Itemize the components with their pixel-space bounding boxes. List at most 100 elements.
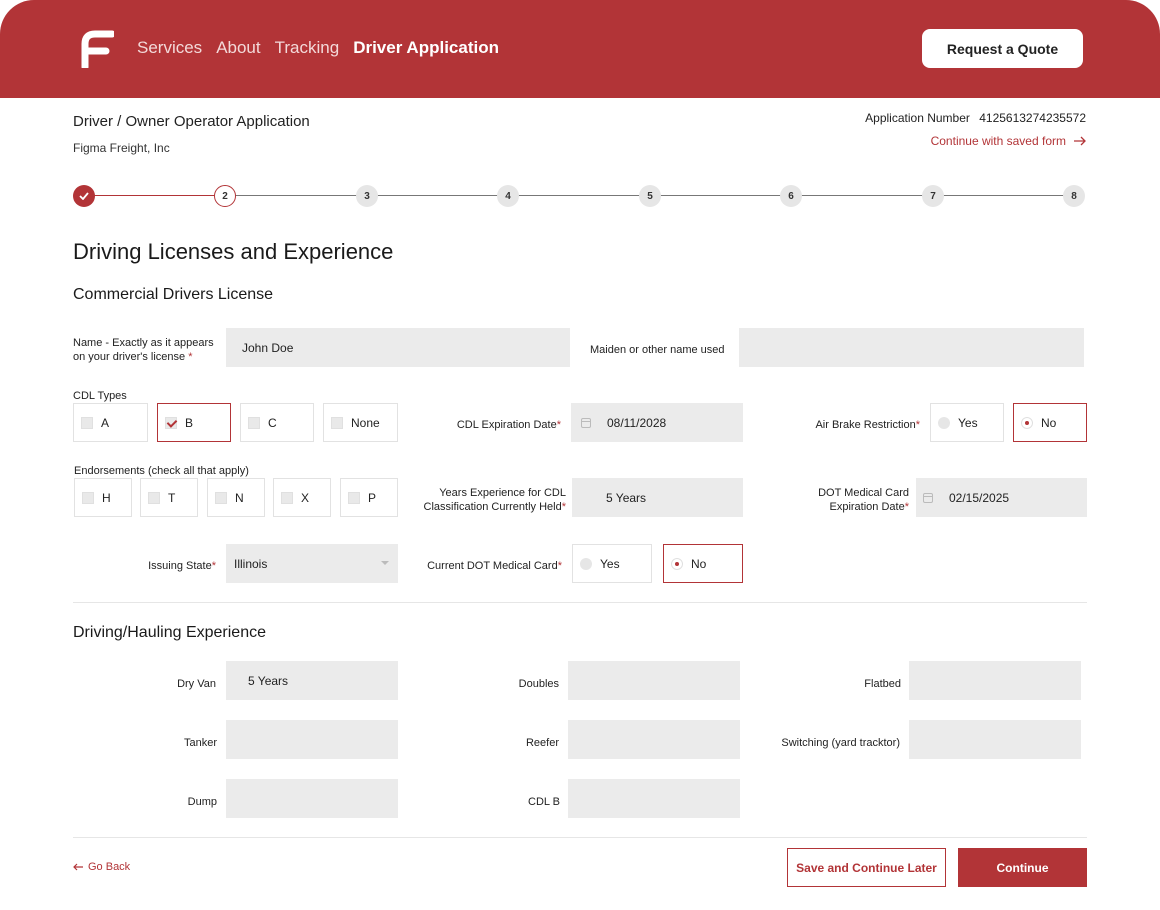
checkbox-icon: [82, 491, 94, 504]
cdl-expiration-label-text: CDL Expiration Date: [456, 419, 557, 431]
air-brake-label: Air Brake Restriction*: [760, 418, 920, 432]
endorsement-t-checkbox[interactable]: T: [140, 478, 198, 517]
cdl-b-input[interactable]: [568, 779, 740, 818]
company-logo-icon[interactable]: [80, 30, 114, 68]
maiden-name-input[interactable]: [739, 328, 1084, 367]
flatbed-label: Flatbed: [864, 678, 901, 690]
doubles-input[interactable]: [568, 661, 740, 700]
air-brake-yes-radio[interactable]: Yes: [930, 403, 1004, 442]
step-1-complete[interactable]: [73, 185, 95, 207]
nav-driver-application[interactable]: Driver Application: [353, 38, 499, 58]
nav-services[interactable]: Services: [137, 38, 202, 58]
cdl-expiration-date-input[interactable]: 08/11/2028: [571, 403, 743, 442]
nav-about[interactable]: About: [216, 38, 260, 58]
application-number-value: 4125613274235572: [979, 111, 1086, 125]
flatbed-input[interactable]: [909, 661, 1081, 700]
required-mark: *: [556, 419, 561, 431]
tanker-input[interactable]: [226, 720, 398, 759]
step-2[interactable]: 2: [214, 185, 236, 207]
issuing-state-select[interactable]: Illinois: [226, 544, 398, 583]
endorsement-p-checkbox[interactable]: P: [340, 478, 398, 517]
cdl-type-b-checkbox[interactable]: B: [157, 403, 231, 442]
calendar-icon: [581, 417, 591, 428]
name-label-text: on your driver's license: [73, 351, 186, 363]
years-experience-input[interactable]: 5 Years: [572, 478, 743, 517]
main-nav: Services About Tracking Driver Applicati…: [137, 38, 499, 58]
cdl-type-none-label: None: [351, 415, 380, 430]
top-navigation-bar: Services About Tracking Driver Applicati…: [0, 0, 1160, 98]
dot-card-label-text: Current DOT Medical Card: [427, 560, 558, 572]
stepper-line-complete: [84, 195, 225, 196]
radio-selected-icon: [1021, 416, 1033, 429]
reefer-input[interactable]: [568, 720, 740, 759]
endorsement-h-label: H: [102, 490, 111, 505]
save-continue-later-button[interactable]: Save and Continue Later: [787, 848, 946, 887]
radio-icon: [580, 557, 592, 570]
nav-tracking[interactable]: Tracking: [275, 38, 340, 58]
dot-card-yes-radio[interactable]: Yes: [572, 544, 652, 583]
dump-input[interactable]: [226, 779, 398, 818]
required-mark: *: [561, 501, 566, 513]
application-title: Driver / Owner Operator Application: [73, 113, 310, 130]
checkbox-icon: [215, 491, 227, 504]
go-back-label: Go Back: [88, 861, 131, 873]
hauling-heading: Driving/Hauling Experience: [73, 624, 266, 641]
name-label-line2: on your driver's license *: [73, 350, 214, 364]
checkbox-icon: [281, 491, 293, 504]
issuing-state-label: Issuing State*: [100, 559, 216, 573]
reefer-label: Reefer: [525, 737, 559, 749]
checkbox-checked-icon: [165, 416, 177, 429]
tanker-label: Tanker: [183, 737, 217, 749]
air-brake-label-text: Air Brake Restriction: [815, 419, 916, 431]
air-brake-no-label: No: [1041, 415, 1057, 430]
step-3[interactable]: 3: [356, 185, 378, 207]
dot-expiration-date-input[interactable]: 02/15/2025: [916, 478, 1087, 517]
step-8[interactable]: 8: [1063, 185, 1085, 207]
application-number-label: Application Number: [865, 111, 970, 125]
arrow-left-icon: [73, 863, 83, 871]
required-mark: *: [211, 560, 216, 572]
request-quote-button[interactable]: Request a Quote: [922, 29, 1083, 68]
years-experience-label-text: Classification Currently Held: [423, 501, 562, 513]
cdl-type-none-checkbox[interactable]: None: [323, 403, 398, 442]
chevron-down-icon: [381, 561, 389, 565]
cdl-types-label: CDL Types: [73, 390, 127, 402]
dot-expiration-label-line2: Expiration Date*: [760, 500, 910, 514]
endorsement-h-checkbox[interactable]: H: [74, 478, 132, 517]
radio-icon: [938, 416, 950, 429]
go-back-link[interactable]: Go Back: [73, 861, 130, 873]
step-4[interactable]: 4: [497, 185, 519, 207]
maiden-name-label: Maiden or other name used: [590, 344, 725, 356]
continue-saved-form-link[interactable]: Continue with saved form: [931, 134, 1086, 148]
endorsements-label: Endorsements (check all that apply): [74, 465, 249, 477]
switching-label: Switching (yard tracktor): [781, 737, 900, 749]
name-label-line1: Name - Exactly as it appears: [73, 337, 214, 349]
dry-van-input[interactable]: 5 Years: [226, 661, 398, 700]
required-mark: *: [557, 560, 562, 572]
checkbox-icon: [248, 416, 260, 429]
years-experience-value: 5 Years: [606, 490, 647, 505]
switching-input[interactable]: [909, 720, 1081, 759]
step-7[interactable]: 7: [922, 185, 944, 207]
cdl-expiration-label: CDL Expiration Date*: [400, 418, 561, 432]
air-brake-yes-label: Yes: [958, 415, 978, 430]
cdl-expiration-value: 08/11/2028: [607, 415, 667, 430]
checkbox-icon: [331, 416, 343, 429]
dot-expiration-value: 02/15/2025: [949, 490, 1010, 505]
step-6[interactable]: 6: [780, 185, 802, 207]
name-input[interactable]: John Doe: [226, 328, 570, 367]
dot-card-yes-label: Yes: [600, 556, 620, 571]
calendar-icon: [923, 492, 933, 503]
cdl-type-b-label: B: [185, 415, 194, 430]
name-input-value: John Doe: [242, 340, 294, 355]
step-5[interactable]: 5: [639, 185, 661, 207]
endorsement-x-checkbox[interactable]: X: [273, 478, 331, 517]
endorsement-n-checkbox[interactable]: N: [207, 478, 265, 517]
air-brake-no-radio[interactable]: No: [1013, 403, 1087, 442]
progress-stepper: 2 3 4 5 6 7 8: [73, 184, 1086, 208]
continue-button[interactable]: Continue: [958, 848, 1087, 887]
cdl-type-c-checkbox[interactable]: C: [240, 403, 314, 442]
arrow-right-icon: [1074, 136, 1086, 146]
cdl-type-a-checkbox[interactable]: A: [73, 403, 148, 442]
dot-card-no-radio[interactable]: No: [663, 544, 743, 583]
